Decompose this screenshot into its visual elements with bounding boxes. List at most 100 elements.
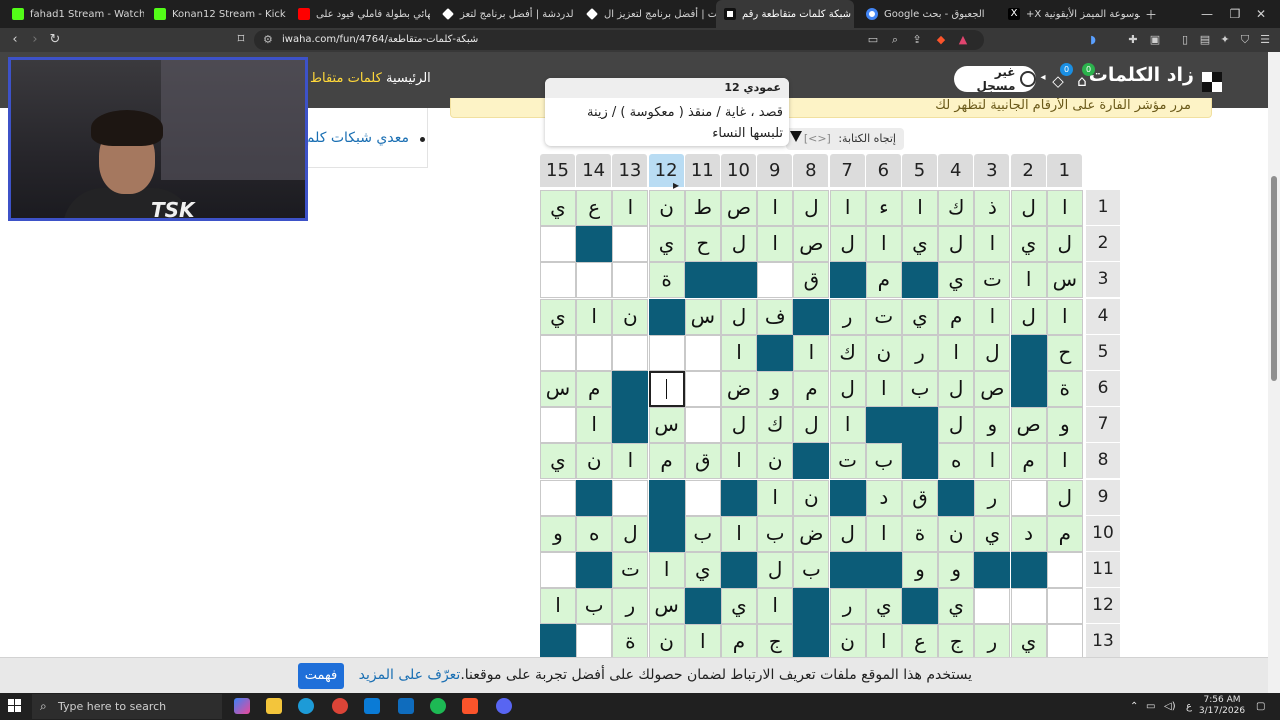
row-header[interactable]: 10 [1086,515,1120,551]
grid-cell[interactable] [576,262,613,299]
leo-icon[interactable]: ✦ [1218,33,1232,47]
grid-cell[interactable]: ا [757,226,794,263]
menu-icon[interactable]: ☰ [1258,33,1272,47]
grid-cell[interactable]: ص [721,190,757,226]
grid-cell[interactable]: ن [865,334,902,371]
extension-icon[interactable]: ◗ [1086,33,1100,47]
grid-cell[interactable]: ا [865,624,902,661]
grid-cell[interactable]: ب [865,443,902,480]
grid-cell[interactable]: ا [757,479,794,516]
grid-cell[interactable]: د [1010,515,1047,552]
puzzle-icon[interactable]: ✚ [1126,33,1140,47]
grid-cell[interactable]: ا [757,588,794,625]
grid-cell[interactable]: ي [540,190,576,226]
grid-cell[interactable] [684,479,721,516]
direction-control[interactable]: إتجاه الكتابة: [<>] [786,128,904,150]
grid-cell[interactable]: ل [938,371,975,407]
grid-cell[interactable]: ا [974,226,1011,263]
grid-cell[interactable] [684,334,721,371]
language-indicator[interactable]: ع [1186,693,1192,720]
grid-cell[interactable]: ن [938,515,975,552]
brave-icon[interactable] [462,698,478,714]
store-icon[interactable] [364,698,380,714]
column-header[interactable]: 3 [974,154,1010,187]
column-header[interactable]: 14 [576,154,612,187]
grid-cell[interactable] [540,226,576,263]
grid-cell[interactable]: ب [576,588,613,625]
grid-cell[interactable]: ص [974,371,1011,407]
grid-cell[interactable]: ا [1046,298,1083,335]
browser-tab[interactable]: X (2) موسوعة الميمز الأيقونية X+ [1000,0,1140,28]
grid-cell[interactable]: ي [974,515,1011,552]
grid-cell[interactable]: ل [757,552,794,588]
row-header[interactable]: 3 [1086,262,1120,298]
grid-cell[interactable]: ه [938,443,975,480]
grid-cell[interactable]: ا [1046,190,1083,226]
grid-cell[interactable]: ر [829,588,866,625]
grid-cell[interactable]: س [540,371,576,407]
row-header[interactable]: 6 [1086,371,1120,406]
grid-cell[interactable]: ا [865,371,902,407]
grid-cell[interactable]: ا [612,443,649,480]
direction-down-icon[interactable] [790,131,802,142]
browser-tab[interactable]: (4) نهائي بطولة فاملي فيود على [290,0,430,28]
grid-cell[interactable]: و [938,552,975,588]
grid-cell[interactable]: ا [865,515,902,552]
grid-cell[interactable]: م [576,371,613,407]
grid-cell[interactable] [576,624,613,661]
grid-cell[interactable]: ا [1010,262,1047,299]
bookmark-icon[interactable]: ⌑ [232,31,250,49]
grid-cell[interactable]: ل [612,515,649,552]
grid-cell[interactable]: ة [902,515,938,552]
grid-cell[interactable]: ة [648,262,685,299]
grid-cell[interactable]: ض [793,515,830,552]
reload-icon[interactable]: ↻ [46,31,64,49]
grid-cell[interactable]: ا [974,443,1011,480]
grid-cell[interactable]: ا [865,226,902,263]
grid-cell[interactable]: ل [938,407,975,444]
nav-home[interactable]: الرئيسية [386,71,431,86]
column-header[interactable]: 2 [1010,154,1046,187]
grid-cell[interactable]: ا [793,334,830,371]
grid-cell[interactable]: ا [757,190,794,226]
grid-cell[interactable]: ة [612,624,649,661]
grid-cell[interactable]: ط [684,190,721,226]
taskbar-clock[interactable]: 7:56 AM 3/17/2026 [1196,695,1248,717]
site-logo[interactable]: زاد الكلمات [1089,64,1194,86]
grid-cell[interactable]: و [1046,407,1083,444]
grid-cell[interactable]: ي [721,588,757,625]
grid-cell[interactable]: م [865,262,902,299]
grid-cell[interactable]: ل [721,298,757,335]
grid-cell[interactable]: ف [757,298,794,335]
column-header[interactable]: 8 [793,154,829,187]
grid-cell[interactable]: م [721,624,757,661]
grid-cell[interactable] [1046,588,1083,625]
column-header[interactable]: 9 [757,154,793,187]
grid-cell[interactable]: ن [793,479,830,516]
grid-cell[interactable]: و [974,407,1011,444]
grid-cell-selected[interactable] [648,371,685,407]
grid-cell[interactable]: م [793,371,830,407]
row-header[interactable]: 5 [1086,334,1120,370]
row-header[interactable]: 7 [1086,407,1120,443]
notification-icon[interactable]: ▢ [1256,693,1265,720]
grid-cell[interactable]: ي [938,262,975,299]
grid-cell[interactable]: ا [938,334,975,371]
grid-cell[interactable] [974,588,1011,625]
grid-cell[interactable]: ي [540,443,576,480]
grid-cell[interactable]: ن [576,443,613,480]
grid-cell[interactable]: س [648,588,685,625]
wallet-icon[interactable]: ▤ [1198,33,1212,47]
grid-cell[interactable]: ا [902,190,938,226]
grid-cell[interactable]: س [648,407,685,444]
grid-cell[interactable]: ل [1010,190,1047,226]
scrollbar-thumb[interactable] [1271,176,1277,381]
grid-cell[interactable] [540,334,576,371]
brave-shield-icon[interactable]: ◆ [934,33,948,47]
grid-cell[interactable]: ت [829,443,866,480]
grid-cell[interactable]: ل [721,407,757,444]
grid-cell[interactable]: ن [829,624,866,661]
grid-cell[interactable]: و [757,371,794,407]
sidebar-icon[interactable]: ▯ [1178,33,1192,47]
windows-start-icon[interactable] [8,699,22,713]
